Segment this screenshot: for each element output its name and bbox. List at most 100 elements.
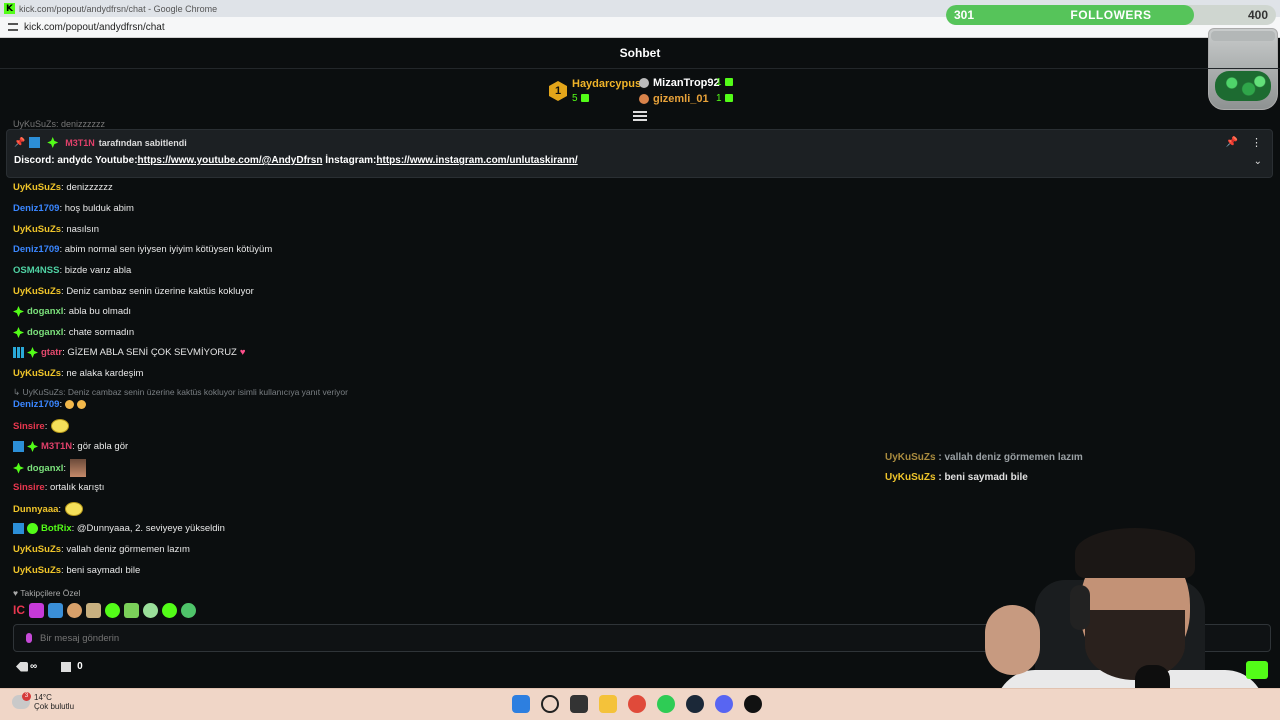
message-text: : Deniz cambaz senin üzerine kaktüs kokl… [61,286,254,297]
task-view-icon[interactable] [570,695,588,713]
gift-gem-icon [724,94,733,103]
message-username[interactable]: Sinsire [13,482,45,493]
streamer-hand [985,605,1040,675]
chat-message[interactable]: M3T1N: gör abla gör [13,441,128,452]
points-value: ∞ [30,661,38,672]
discord-icon[interactable] [715,695,733,713]
message-username[interactable]: Deniz1709 [13,399,59,410]
gift-gem-icon [580,94,589,103]
message-username[interactable]: doganxl [27,463,63,474]
points-icon[interactable] [16,661,28,672]
moderator-badge-icon [29,137,41,148]
send-button[interactable] [1246,661,1268,679]
chat-message[interactable]: UyKuSuZs: ne alaka kardeşim [13,368,143,379]
pinned-by-user[interactable]: M3T1N [65,138,95,148]
windows-start-icon[interactable] [512,695,530,713]
chat-message[interactable]: UyKuSuZs: denizzzzzz [13,182,113,193]
message-username[interactable]: Deniz1709 [13,244,59,255]
obs-icon[interactable] [744,695,762,713]
message-username[interactable]: Dunnyaaa [13,504,58,515]
leaderboard-second-name[interactable]: MizanTrop92 [653,77,720,89]
chat-message[interactable]: Deniz1709: abim normal sen iyiysen iyiyi… [13,244,272,255]
leaderboard-third-name[interactable]: gizemli_01 [653,93,709,105]
kick-favicon-icon: K [4,3,15,14]
youtube-link[interactable]: https://www.youtube.com/@AndyDfrsn [138,155,323,166]
overlay-username: UyKuSuZs [885,472,936,483]
leaderboard-first-name[interactable]: Haydarcypus [572,78,641,90]
chat-message[interactable]: Dunnyaaa: [13,502,84,516]
chat-message[interactable]: doganxl: abla bu olmadı [13,306,131,317]
message-text: : [59,399,63,410]
message-username[interactable]: OSM4NSS [13,265,59,276]
message-username[interactable]: gtatr [41,347,62,358]
ic-emote[interactable]: IC [13,603,25,618]
message-text: : bizde varız abla [59,265,132,276]
emote-icon[interactable] [143,603,158,618]
chat-message[interactable]: Deniz1709: [13,399,87,410]
followers-goal-target: 400 [1247,8,1268,22]
pinned-by-row: 📌 M3T1N tarafından sabitlendi [14,137,187,148]
file-explorer-icon[interactable] [599,695,617,713]
message-username[interactable]: UyKuSuZs [13,368,61,379]
emote-icon[interactable] [124,603,139,618]
message-username[interactable]: UyKuSuZs [13,544,61,555]
message-username[interactable]: doganxl [27,306,63,317]
chat-message[interactable]: UyKuSuZs: nasılsın [13,224,99,235]
chat-message[interactable]: UyKuSuZs: beni saymadı bile [13,565,140,576]
site-settings-icon[interactable] [8,23,18,31]
whatsapp-icon[interactable] [657,695,675,713]
chat-message[interactable]: UyKuSuZs: Deniz cambaz senin üzerine kak… [13,286,254,297]
message-username[interactable]: doganxl [27,327,63,338]
steam-icon[interactable] [686,695,704,713]
leaderboard-third-count: 1 [716,93,733,104]
emote-icon[interactable] [162,603,177,618]
leaderboard-second-count-value: 1 [716,77,722,88]
emote-icon[interactable] [48,603,63,618]
message-text: : @Dunnyaaa, 2. seviyeye yükseldin [71,523,225,534]
chat-message[interactable]: doganxl: [13,459,87,477]
subscriber-badge-icon [13,462,24,474]
overlay-chat-message: UyKuSuZs : vallah deniz görmemen lazım [885,452,1083,463]
followers-only-label: ♥ Takipçilere Özel [13,588,81,598]
emote-icon[interactable] [67,603,82,618]
chat-message-input[interactable] [40,632,940,644]
store-icon[interactable] [61,661,72,672]
microphone-icon[interactable] [26,633,32,643]
subscriber-badge-icon [27,441,38,452]
emote-icon[interactable] [29,603,44,618]
chevron-down-icon[interactable]: ⌄ [1254,156,1262,167]
message-username[interactable]: Sinsire [13,421,45,432]
chrome-icon[interactable] [628,695,646,713]
heart-emoji-icon: ♥ [239,347,246,358]
headphones [1070,585,1090,630]
emote-icon[interactable] [181,603,196,618]
chat-message[interactable]: doganxl: chate sormadın [13,327,134,338]
chat-message[interactable]: OSM4NSS: bizde varız abla [13,265,131,276]
expand-leaderboard-icon[interactable] [633,111,647,121]
message-text: : gör abla gör [72,441,129,452]
chat-message[interactable]: Deniz1709: hoş bulduk abim [13,203,134,214]
chat-message[interactable]: Sinsire: [13,419,70,433]
unpin-icon[interactable]: 📌 [1226,137,1238,148]
weather-widget[interactable]: 3 14°C Çok bulutlu [12,692,74,711]
message-username[interactable]: UyKuSuZs [13,182,61,193]
search-icon[interactable] [541,695,559,713]
chat-message[interactable]: UyKuSuZs: vallah deniz görmemen lazım [13,544,190,555]
address-url[interactable]: kick.com/popout/andydfrsn/chat [24,22,165,33]
message-username[interactable]: UyKuSuZs [13,565,61,576]
message-username[interactable]: M3T1N [41,441,72,452]
message-username[interactable]: BotRix [41,523,72,534]
moderator-badge-icon [13,441,24,452]
followers-goal-current: 301 [954,8,975,22]
message-username[interactable]: Deniz1709 [13,203,59,214]
message-username[interactable]: UyKuSuZs [13,224,61,235]
emote-icon[interactable] [105,603,120,618]
instagram-link[interactable]: https://www.instagram.com/unlutaskirann/ [376,155,577,166]
chat-message[interactable]: Sinsire: ortalık karıştı [13,482,104,493]
chat-message[interactable]: BotRix: @Dunnyaaa, 2. seviyeye yükseldin [13,523,225,534]
message-username[interactable]: UyKuSuZs [13,286,61,297]
more-options-icon[interactable]: ⋮ [1251,136,1262,149]
emote-icon[interactable] [86,603,101,618]
reply-context[interactable]: ↳ UyKuSuZs: Deniz cambaz senin üzerine k… [13,387,348,398]
chat-message[interactable]: gtatr: GİZEM ABLA SENİ ÇOK SEVMİYORUZ ♥ [13,347,246,358]
